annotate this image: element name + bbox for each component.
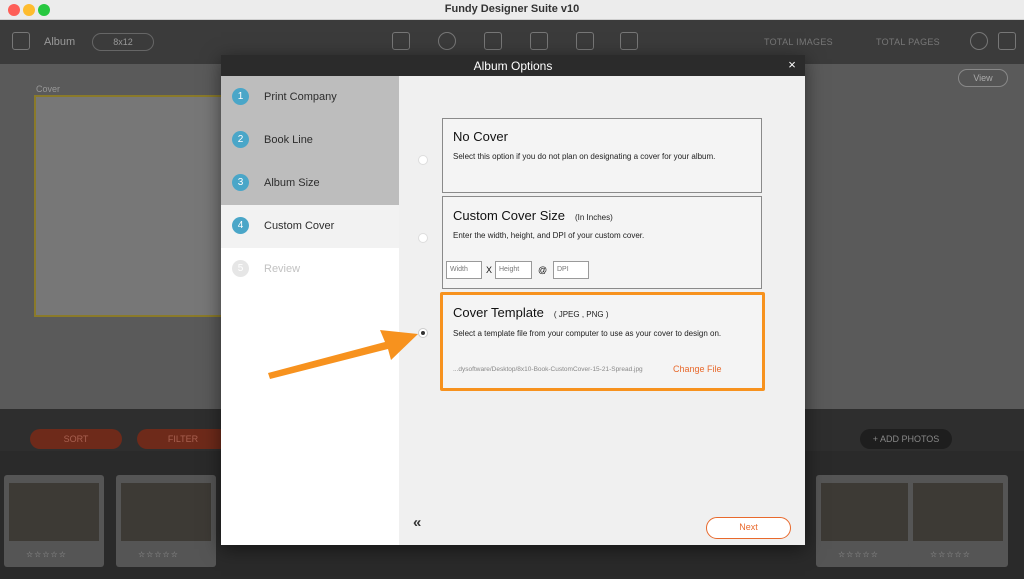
option-title-text: Cover Template [453,305,544,320]
dpi-input[interactable]: DPI [553,261,589,279]
option-description: Select a template file from your compute… [453,329,722,338]
step-print-company[interactable]: 1 Print Company [221,76,399,119]
album-options-dialog: Album Options × 1 Print Company 2 Book L… [221,55,805,545]
option-title: Cover Template ( JPEG , PNG ) [453,305,608,320]
photo-thumbnail[interactable]: ☆☆☆☆☆ [816,475,916,567]
height-input[interactable]: Height [495,261,532,279]
step-number: 3 [232,174,249,191]
total-pages-label: TOTAL PAGES [876,37,940,47]
wizard-steps: 1 Print Company 2 Book Line 3 Album Size… [221,76,399,545]
wall-icon[interactable] [576,32,594,50]
photo-image [913,483,1003,541]
back-button[interactable]: « [413,514,421,531]
rating-stars[interactable]: ☆☆☆☆☆ [26,550,67,559]
step-number: 2 [232,131,249,148]
cover-options-panel: No Cover Select this option if you do no… [399,76,805,545]
step-label: Book Line [264,134,313,146]
rating-stars[interactable]: ☆☆☆☆☆ [838,550,879,559]
option-subtitle: (In Inches) [574,213,613,222]
cover-frame[interactable] [34,95,224,317]
rating-stars[interactable]: ☆☆☆☆☆ [138,550,179,559]
step-label: Custom Cover [264,220,335,232]
chat-icon[interactable] [438,32,456,50]
step-review: 5 Review [221,248,399,291]
width-input[interactable]: Width [446,261,482,279]
sort-button[interactable]: SORT [30,429,122,449]
export-icon[interactable] [998,32,1016,50]
window-titlebar: Fundy Designer Suite v10 [0,0,1024,20]
photo-image [121,483,211,541]
view-button[interactable]: View [958,69,1008,87]
album-design-icon[interactable] [392,32,410,50]
option-title-text: Custom Cover Size [453,208,565,223]
option-title: Custom Cover Size (In Inches) [453,208,613,223]
photo-image [9,483,99,541]
change-file-link[interactable]: Change File [673,364,722,374]
no-cover-radio[interactable] [418,155,428,165]
phone-icon[interactable] [530,32,548,50]
step-custom-cover[interactable]: 4 Custom Cover [221,205,399,248]
option-subtitle: ( JPEG , PNG ) [553,310,609,319]
photo-thumbnail[interactable]: ☆☆☆☆☆ [116,475,216,567]
option-title: No Cover [453,129,508,144]
cover-template-radio[interactable] [418,328,428,338]
close-icon[interactable]: × [785,57,799,72]
step-number: 1 [232,88,249,105]
no-cover-option[interactable]: No Cover Select this option if you do no… [442,118,762,193]
settings-icon[interactable] [970,32,988,50]
cover-template-option[interactable]: Cover Template ( JPEG , PNG ) Select a te… [440,292,765,391]
option-description: Enter the width, height, and DPI of your… [453,231,645,240]
window-title: Fundy Designer Suite v10 [444,3,580,15]
album-icon[interactable] [12,32,30,50]
total-images-label: TOTAL IMAGES [764,37,833,47]
photo-thumbnail[interactable]: ☆☆☆☆☆ [908,475,1008,567]
hand-icon[interactable] [620,32,638,50]
times-separator: X [486,265,493,275]
step-label: Album Size [264,177,320,189]
cover-label: Cover [36,84,61,94]
photo-thumbnail[interactable]: ☆☆☆☆☆ [4,475,104,567]
next-button[interactable]: Next [706,517,791,539]
custom-size-option[interactable]: Custom Cover Size (In Inches) Enter the w… [442,196,762,289]
custom-size-radio[interactable] [418,233,428,243]
at-separator: @ [538,265,548,275]
add-photos-button[interactable]: + ADD PHOTOS [860,429,952,449]
album-size-selector[interactable]: 8x12 [92,33,154,51]
step-album-size[interactable]: 3 Album Size [221,162,399,205]
user-icon[interactable] [484,32,502,50]
dialog-title: Album Options [473,59,553,73]
rating-stars[interactable]: ☆☆☆☆☆ [930,550,971,559]
step-book-line[interactable]: 2 Book Line [221,119,399,162]
option-description: Select this option if you do not plan on… [453,152,716,161]
file-path: ...dysoftware/Desktop/8x10-Book-CustomCo… [453,366,643,373]
step-label: Review [264,263,301,275]
photo-image [821,483,911,541]
step-label: Print Company [264,91,337,103]
step-number: 5 [232,260,249,277]
step-number: 4 [232,217,249,234]
filter-button[interactable]: FILTER [137,429,229,449]
dialog-header: Album Options × [221,55,805,76]
album-label: Album [44,36,76,48]
